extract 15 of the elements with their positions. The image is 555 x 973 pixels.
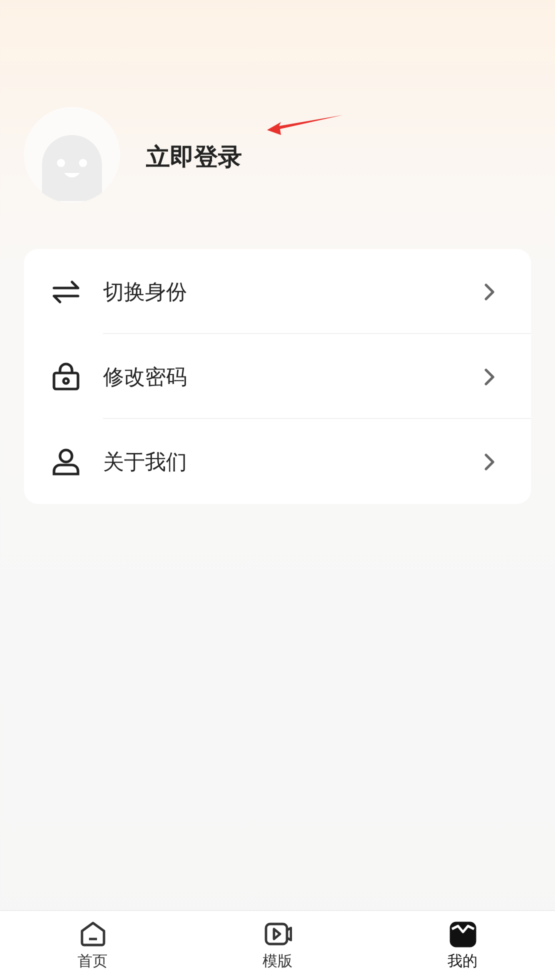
menu-item[interactable]: 关于我们 (24, 419, 531, 504)
lock-icon (51, 362, 81, 392)
chevron-icon (483, 282, 495, 300)
video-icon (264, 920, 292, 948)
chevron-icon (483, 368, 495, 386)
login-link[interactable]: 立即登录 (146, 141, 242, 173)
menu-item[interactable]: 切换身份 (24, 249, 531, 334)
user-icon (51, 446, 81, 476)
chevron-icon (483, 452, 495, 470)
tab-item[interactable]: 模版 (185, 911, 370, 973)
box-icon (448, 920, 476, 948)
menu-item[interactable]: 修改密码 (24, 334, 531, 419)
home-icon (78, 920, 106, 948)
tab-item[interactable]: 我的 (370, 911, 555, 973)
tab-item[interactable]: 首页 (0, 911, 185, 973)
